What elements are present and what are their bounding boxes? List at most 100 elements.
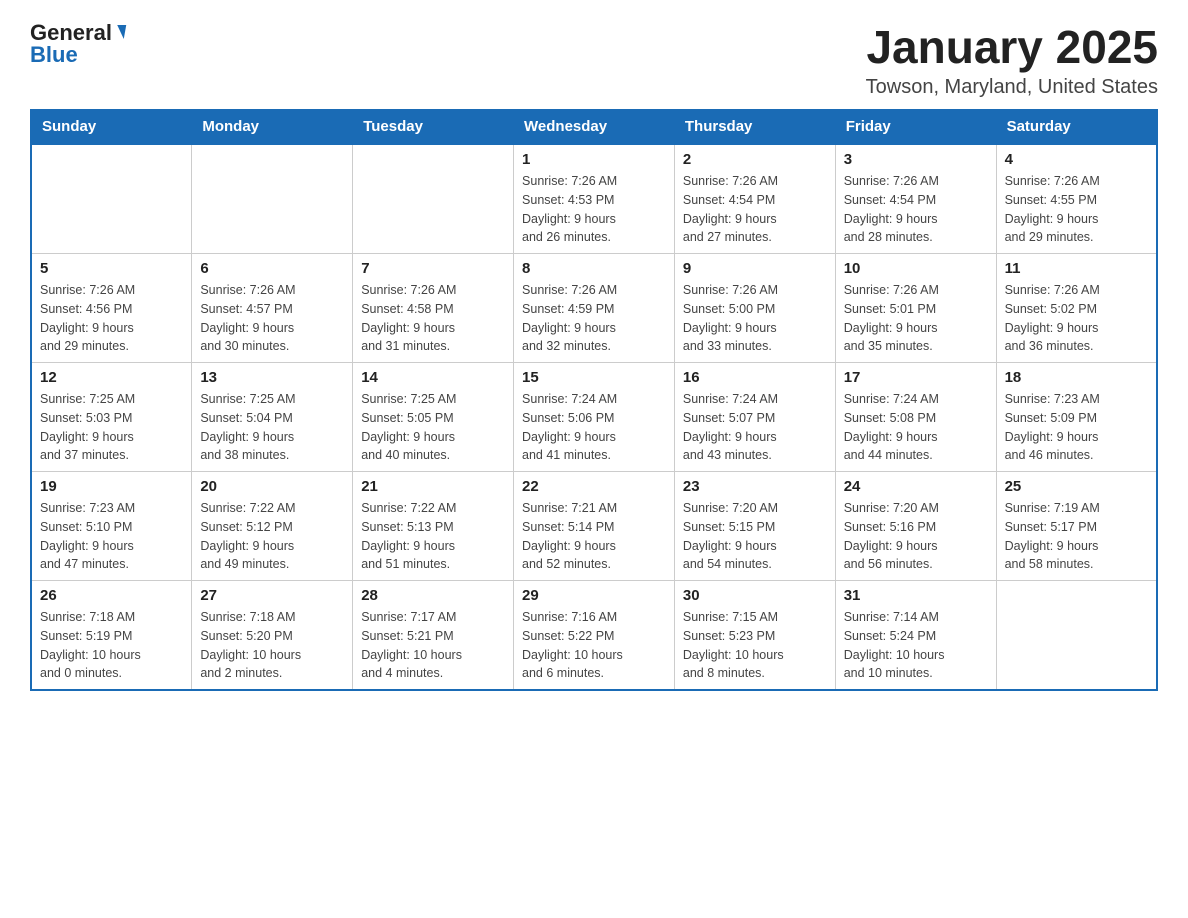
day-number: 28 (361, 587, 505, 604)
day-number: 25 (1005, 478, 1148, 495)
calendar-table: SundayMondayTuesdayWednesdayThursdayFrid… (30, 109, 1158, 691)
day-number: 16 (683, 369, 827, 386)
day-info: Sunrise: 7:20 AMSunset: 5:15 PMDaylight:… (683, 499, 827, 574)
calendar-week-1: 1 Sunrise: 7:26 AMSunset: 4:53 PMDaylight… (31, 144, 1157, 254)
calendar-cell: 10Sunrise: 7:26 AMSunset: 5:01 PMDayligh… (835, 254, 996, 363)
calendar-cell: 1 Sunrise: 7:26 AMSunset: 4:53 PMDaylight… (514, 144, 675, 254)
calendar-cell: 13 Sunrise: 7:25 AMSunset: 5:04 PMDayligh… (192, 363, 353, 472)
day-info: Sunrise: 7:19 AMSunset: 5:17 PMDaylight:… (1005, 499, 1148, 574)
day-info: Sunrise: 7:18 AMSunset: 5:19 PMDaylight:… (40, 608, 183, 683)
day-number: 18 (1005, 369, 1148, 386)
day-number: 12 (40, 369, 183, 386)
logo-triangle-icon (115, 25, 126, 39)
day-number: 23 (683, 478, 827, 495)
calendar-week-5: 26 Sunrise: 7:18 AMSunset: 5:19 PMDayligh… (31, 581, 1157, 691)
day-number: 19 (40, 478, 183, 495)
day-info: Sunrise: 7:17 AMSunset: 5:21 PMDaylight:… (361, 608, 505, 683)
header-day-tuesday: Tuesday (353, 110, 514, 145)
day-number: 17 (844, 369, 988, 386)
day-info: Sunrise: 7:18 AMSunset: 5:20 PMDaylight:… (200, 608, 344, 683)
day-number: 8 (522, 260, 666, 277)
calendar-cell: 15 Sunrise: 7:24 AMSunset: 5:06 PMDayligh… (514, 363, 675, 472)
day-number: 5 (40, 260, 183, 277)
calendar-week-3: 12 Sunrise: 7:25 AMSunset: 5:03 PMDayligh… (31, 363, 1157, 472)
day-number: 7 (361, 260, 505, 277)
day-info: Sunrise: 7:26 AMSunset: 4:59 PMDaylight:… (522, 281, 666, 356)
location: Towson, Maryland, United States (866, 76, 1158, 99)
day-number: 29 (522, 587, 666, 604)
calendar-cell: 24 Sunrise: 7:20 AMSunset: 5:16 PMDayligh… (835, 472, 996, 581)
day-number: 9 (683, 260, 827, 277)
day-number: 31 (844, 587, 988, 604)
header-day-sunday: Sunday (31, 110, 192, 145)
day-info: Sunrise: 7:26 AMSunset: 5:00 PMDaylight:… (683, 281, 827, 356)
calendar-cell: 31 Sunrise: 7:14 AMSunset: 5:24 PMDayligh… (835, 581, 996, 691)
logo: General Blue (30, 20, 125, 68)
day-number: 1 (522, 151, 666, 168)
day-info: Sunrise: 7:25 AMSunset: 5:03 PMDaylight:… (40, 390, 183, 465)
calendar-cell: 9 Sunrise: 7:26 AMSunset: 5:00 PMDaylight… (674, 254, 835, 363)
calendar-cell: 14 Sunrise: 7:25 AMSunset: 5:05 PMDayligh… (353, 363, 514, 472)
day-number: 21 (361, 478, 505, 495)
header-day-saturday: Saturday (996, 110, 1157, 145)
calendar-cell: 25 Sunrise: 7:19 AMSunset: 5:17 PMDayligh… (996, 472, 1157, 581)
day-info: Sunrise: 7:15 AMSunset: 5:23 PMDaylight:… (683, 608, 827, 683)
day-info: Sunrise: 7:26 AMSunset: 5:01 PMDaylight:… (844, 281, 988, 356)
calendar-cell: 29Sunrise: 7:16 AMSunset: 5:22 PMDayligh… (514, 581, 675, 691)
day-number: 26 (40, 587, 183, 604)
calendar-cell: 17Sunrise: 7:24 AMSunset: 5:08 PMDayligh… (835, 363, 996, 472)
day-number: 3 (844, 151, 988, 168)
day-info: Sunrise: 7:26 AMSunset: 4:55 PMDaylight:… (1005, 172, 1148, 247)
day-info: Sunrise: 7:26 AMSunset: 4:58 PMDaylight:… (361, 281, 505, 356)
day-info: Sunrise: 7:23 AMSunset: 5:10 PMDaylight:… (40, 499, 183, 574)
calendar-cell: 3 Sunrise: 7:26 AMSunset: 4:54 PMDaylight… (835, 144, 996, 254)
day-info: Sunrise: 7:26 AMSunset: 4:53 PMDaylight:… (522, 172, 666, 247)
day-info: Sunrise: 7:23 AMSunset: 5:09 PMDaylight:… (1005, 390, 1148, 465)
calendar-cell: 20 Sunrise: 7:22 AMSunset: 5:12 PMDayligh… (192, 472, 353, 581)
calendar-cell: 22Sunrise: 7:21 AMSunset: 5:14 PMDayligh… (514, 472, 675, 581)
day-number: 14 (361, 369, 505, 386)
day-info: Sunrise: 7:26 AMSunset: 4:54 PMDaylight:… (683, 172, 827, 247)
calendar-cell: 26 Sunrise: 7:18 AMSunset: 5:19 PMDayligh… (31, 581, 192, 691)
month-title: January 2025 (866, 20, 1158, 74)
header-day-thursday: Thursday (674, 110, 835, 145)
day-number: 11 (1005, 260, 1148, 277)
day-number: 20 (200, 478, 344, 495)
calendar-cell: 27Sunrise: 7:18 AMSunset: 5:20 PMDayligh… (192, 581, 353, 691)
header-day-friday: Friday (835, 110, 996, 145)
day-info: Sunrise: 7:22 AMSunset: 5:13 PMDaylight:… (361, 499, 505, 574)
calendar-header-row: SundayMondayTuesdayWednesdayThursdayFrid… (31, 110, 1157, 145)
day-info: Sunrise: 7:26 AMSunset: 4:54 PMDaylight:… (844, 172, 988, 247)
day-number: 24 (844, 478, 988, 495)
day-info: Sunrise: 7:22 AMSunset: 5:12 PMDaylight:… (200, 499, 344, 574)
calendar-week-2: 5Sunrise: 7:26 AMSunset: 4:56 PMDaylight… (31, 254, 1157, 363)
day-info: Sunrise: 7:26 AMSunset: 4:57 PMDaylight:… (200, 281, 344, 356)
day-number: 13 (200, 369, 344, 386)
day-number: 22 (522, 478, 666, 495)
day-info: Sunrise: 7:20 AMSunset: 5:16 PMDaylight:… (844, 499, 988, 574)
day-info: Sunrise: 7:25 AMSunset: 5:05 PMDaylight:… (361, 390, 505, 465)
title-block: January 2025 Towson, Maryland, United St… (866, 20, 1158, 99)
day-info: Sunrise: 7:26 AMSunset: 5:02 PMDaylight:… (1005, 281, 1148, 356)
calendar-cell: 21 Sunrise: 7:22 AMSunset: 5:13 PMDayligh… (353, 472, 514, 581)
header-day-wednesday: Wednesday (514, 110, 675, 145)
calendar-cell (353, 144, 514, 254)
day-number: 2 (683, 151, 827, 168)
day-info: Sunrise: 7:14 AMSunset: 5:24 PMDaylight:… (844, 608, 988, 683)
calendar-cell (996, 581, 1157, 691)
calendar-cell: 19 Sunrise: 7:23 AMSunset: 5:10 PMDayligh… (31, 472, 192, 581)
calendar-cell (31, 144, 192, 254)
day-info: Sunrise: 7:25 AMSunset: 5:04 PMDaylight:… (200, 390, 344, 465)
header-day-monday: Monday (192, 110, 353, 145)
calendar-week-4: 19 Sunrise: 7:23 AMSunset: 5:10 PMDayligh… (31, 472, 1157, 581)
calendar-cell: 18 Sunrise: 7:23 AMSunset: 5:09 PMDayligh… (996, 363, 1157, 472)
day-info: Sunrise: 7:24 AMSunset: 5:06 PMDaylight:… (522, 390, 666, 465)
calendar-cell (192, 144, 353, 254)
calendar-cell: 5Sunrise: 7:26 AMSunset: 4:56 PMDaylight… (31, 254, 192, 363)
logo-text-blue: Blue (30, 42, 78, 68)
calendar-cell: 16Sunrise: 7:24 AMSunset: 5:07 PMDayligh… (674, 363, 835, 472)
calendar-cell: 4Sunrise: 7:26 AMSunset: 4:55 PMDaylight… (996, 144, 1157, 254)
calendar-cell: 7 Sunrise: 7:26 AMSunset: 4:58 PMDaylight… (353, 254, 514, 363)
day-number: 15 (522, 369, 666, 386)
calendar-cell: 12 Sunrise: 7:25 AMSunset: 5:03 PMDayligh… (31, 363, 192, 472)
